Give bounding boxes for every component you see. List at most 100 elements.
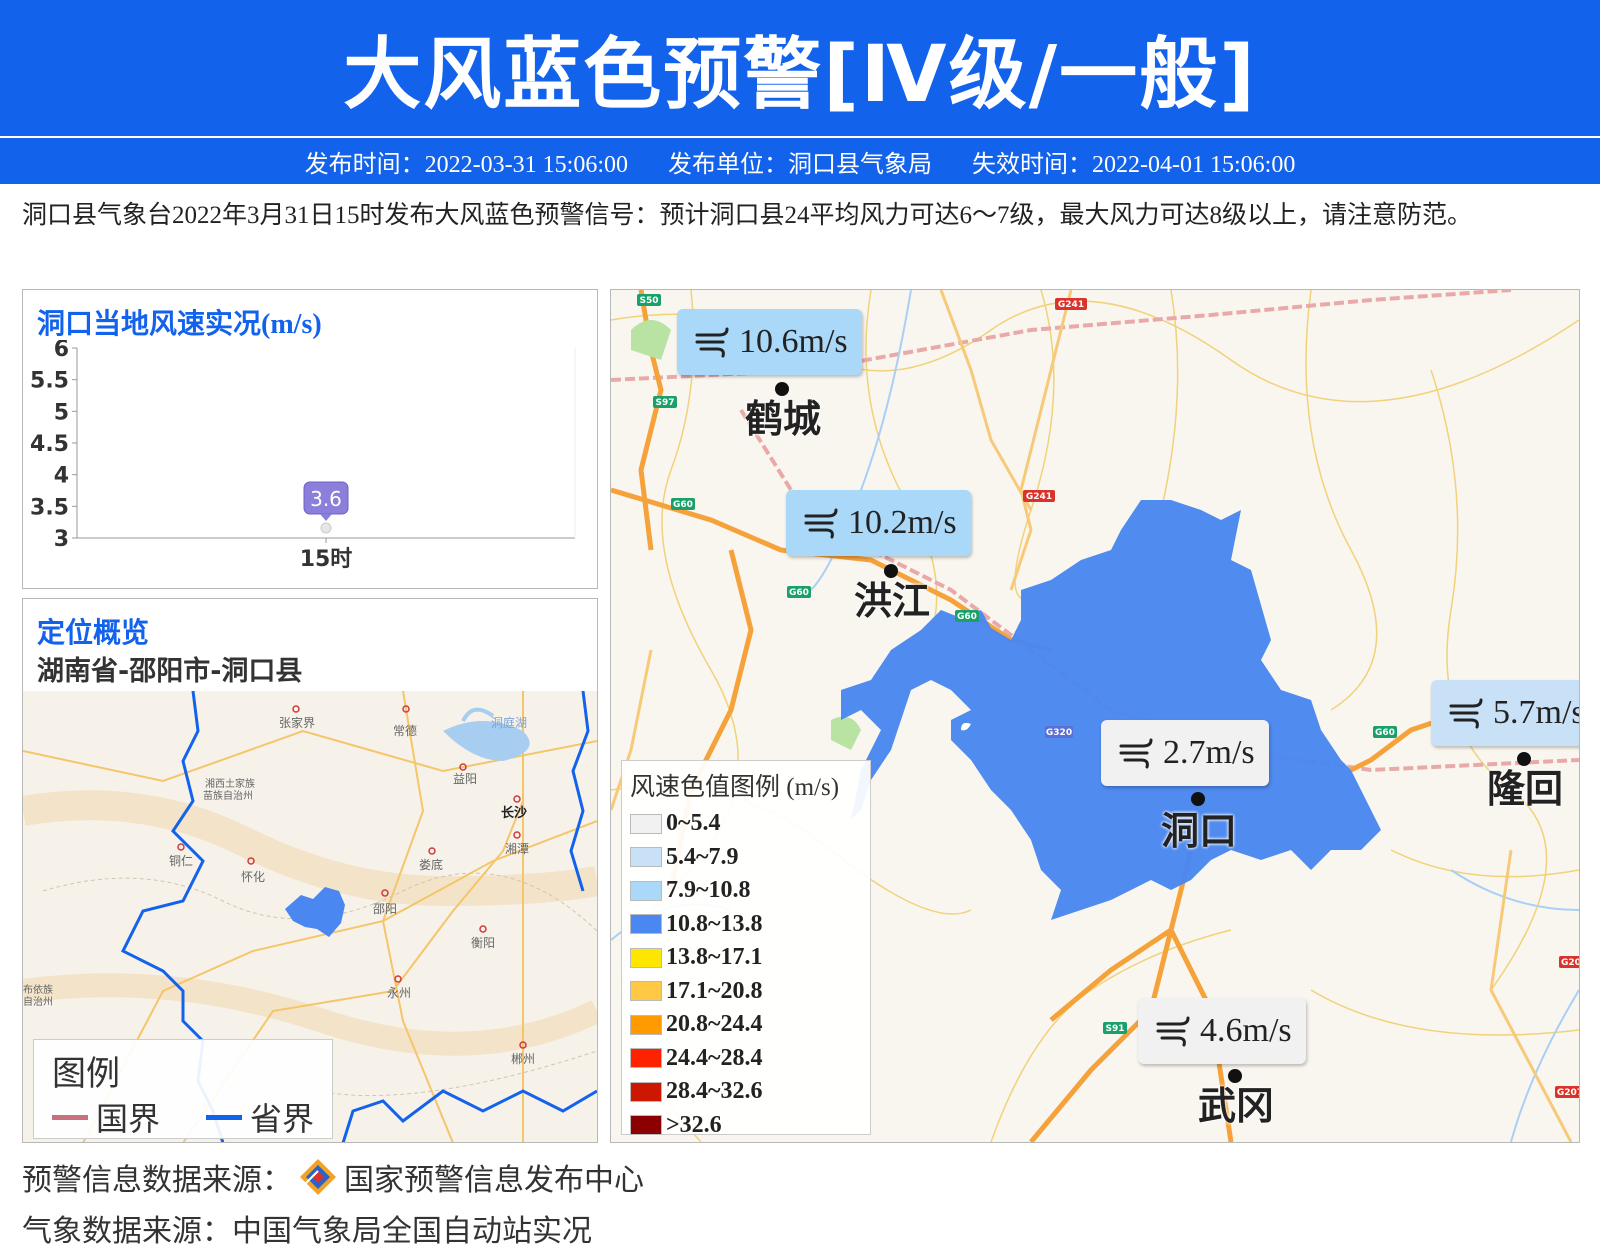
- color-swatch: [630, 1048, 662, 1069]
- color-legend-items: 0~5.4 5.4~7.9 7.9~10.8 10.8~13.8 13.8~17.1 17…: [630, 807, 862, 1142]
- city-name-wugang: 武冈: [1198, 1084, 1275, 1128]
- y-tick-label: 4: [54, 464, 69, 489]
- ov-label-dongtinghu: 洞庭湖: [491, 715, 527, 730]
- wind-value-hongjiang: 10.2m/s: [848, 504, 957, 541]
- wind-icon: [1156, 1016, 1190, 1047]
- wind-speed-chart: 3 3.5 4 4.5 5 5.5 6 15时 3.6: [30, 340, 576, 572]
- warning-center-logo-icon: [300, 1159, 336, 1195]
- road-label-s91: S91: [1105, 1024, 1124, 1034]
- road-label-g207: G207: [1557, 1088, 1579, 1098]
- y-tick-label: 6: [54, 340, 69, 362]
- location-path: 湖南省-邵阳市-洞口县: [37, 656, 303, 687]
- city-name-dongkou: 洞口: [1161, 809, 1238, 853]
- color-swatch: [630, 981, 662, 1002]
- road-label-g320: G320: [1046, 728, 1072, 738]
- ov-label-changde: 常德: [393, 723, 417, 738]
- city-name-hecheng: 鹤城: [745, 397, 822, 441]
- color-swatch: [630, 1014, 662, 1035]
- road-label-s50: S50: [639, 296, 658, 306]
- color-legend-item: 10.8~13.8: [630, 908, 862, 942]
- ov-label-yongzhou: 永州: [387, 986, 411, 1000]
- station-wind-wugang[interactable]: 4.6m/s: [1138, 998, 1306, 1064]
- color-legend-item: 20.8~24.4: [630, 1008, 862, 1042]
- city-name-longhui: 隆回: [1487, 767, 1564, 811]
- wind-panel-title-text: 洞口当地风速实况: [37, 307, 262, 340]
- ov-label-xiangxi-2: 苗族自治州: [203, 789, 253, 802]
- overview-legend-title: 图例: [52, 1054, 120, 1094]
- color-legend-item: 17.1~20.8: [630, 975, 862, 1009]
- data-label-pointer: [320, 514, 332, 521]
- wind-value-wugang: 4.6m/s: [1200, 1012, 1292, 1049]
- road-label-g241-b: G241: [1026, 492, 1052, 502]
- color-legend-label: 7.9~10.8: [666, 877, 751, 904]
- color-legend-item: 0~5.4: [630, 807, 862, 841]
- color-swatch: [630, 914, 662, 935]
- y-tick-label: 3: [54, 527, 69, 552]
- station-wind-longhui[interactable]: 5.7m/s: [1431, 680, 1579, 746]
- road-label-g60-a: G60: [673, 500, 693, 510]
- ov-label-loudi: 娄底: [419, 857, 443, 872]
- ov-label-chenzhou: 郴州: [511, 1052, 535, 1066]
- color-legend-label: >32.6: [666, 1111, 722, 1138]
- title-bar: 大风蓝色预警[Ⅳ级/一般]: [0, 0, 1600, 136]
- ov-label-buyi-1: 布依族: [23, 983, 53, 996]
- color-legend-label: 10.8~13.8: [666, 910, 763, 937]
- color-legend-label: 5.4~7.9: [666, 843, 739, 870]
- color-legend-item: 28.4~32.6: [630, 1075, 862, 1109]
- color-legend-item: 24.4~28.4: [630, 1042, 862, 1076]
- y-tick-label: 5.5: [30, 369, 69, 394]
- color-swatch: [630, 947, 662, 968]
- data-label: 3.6: [310, 487, 342, 511]
- publisher: 发布单位：洞口县气象局: [668, 151, 932, 178]
- station-wind-hongjiang[interactable]: 10.2m/s: [786, 490, 971, 556]
- color-legend-label: 13.8~17.1: [666, 944, 763, 971]
- ov-label-yiyang: 益阳: [453, 772, 477, 786]
- warning-title: 大风蓝色预警[Ⅳ级/一般]: [343, 30, 1257, 120]
- national-border-swatch: [52, 1114, 88, 1120]
- weather-source-text: 气象数据来源：中国气象局全国自动站实况: [22, 1214, 592, 1249]
- province-border-label: 省界: [250, 1100, 315, 1138]
- y-tick-label: 3.5: [30, 495, 69, 520]
- wind-panel-unit: (m/s): [261, 309, 322, 340]
- warning-source-label: 预警信息数据来源：: [22, 1163, 292, 1198]
- national-border-label: 国界: [96, 1100, 161, 1138]
- color-swatch: [630, 1115, 662, 1136]
- ov-label-buyi-2: 自治州: [23, 995, 53, 1008]
- wind-value-dongkou: 2.7m/s: [1163, 734, 1255, 771]
- y-tick-label: 5: [54, 400, 69, 425]
- wind-icon: [804, 508, 838, 539]
- warning-description: 洞口县气象台2022年3月31日15时发布大风蓝色预警信号：预计洞口县24平均风…: [22, 202, 1473, 229]
- road-label-g60-d: G60: [1375, 728, 1395, 738]
- color-legend-item: >32.6: [630, 1109, 862, 1143]
- main-map-panel: S50 S97 G60 G60 G60 G241 G241 G320 G60 S…: [610, 289, 1580, 1143]
- ov-label-hengyang: 衡阳: [471, 936, 495, 950]
- city-name-hongjiang: 洪江: [854, 579, 931, 623]
- wind-icon: [1119, 738, 1153, 769]
- x-tick-label: 15时: [300, 547, 353, 572]
- road-label-g60-b: G60: [789, 588, 809, 598]
- color-legend-label: 0~5.4: [666, 810, 721, 837]
- color-swatch: [630, 813, 662, 834]
- ov-label-shaoyang: 邵阳: [373, 902, 397, 916]
- color-legend-label: 28.4~32.6: [666, 1078, 763, 1105]
- ov-label-huaihua: 怀化: [241, 870, 265, 884]
- wind-panel-title: 洞口当地风速实况(m/s): [37, 302, 322, 342]
- warning-source: 预警信息数据来源： 国家预警信息发布中心: [22, 1155, 644, 1199]
- station-wind-dongkou[interactable]: 2.7m/s: [1101, 720, 1269, 786]
- weather-source: 气象数据来源：中国气象局全国自动站实况: [22, 1206, 592, 1250]
- color-legend-item: 7.9~10.8: [630, 874, 862, 908]
- location-panel: 定位概览 湖南省-邵阳市-洞口县 张家界 常德 洞庭湖 湘西土家族 苗族自治州 …: [22, 598, 598, 1143]
- wind-color-legend: 风速色值图例 (m/s) 0~5.4 5.4~7.9 7.9~10.8 10.8~13…: [621, 760, 871, 1138]
- ov-label-xiangtan: 湘潭: [505, 841, 529, 856]
- wind-icon: [1449, 698, 1483, 729]
- color-legend-item: 13.8~17.1: [630, 941, 862, 975]
- ov-label-xiangxi-1: 湘西土家族: [205, 777, 255, 790]
- station-wind-hecheng[interactable]: 10.6m/s: [677, 309, 862, 375]
- road-label-g241-a: G241: [1058, 300, 1084, 310]
- expire-time: 失效时间：2022-04-01 15:06:00: [972, 151, 1296, 178]
- ov-label-changsha: 长沙: [501, 805, 527, 821]
- road-label-g20: G20: [1561, 958, 1579, 968]
- road-label-s97: S97: [655, 398, 674, 408]
- overview-legend: 图例 国界 省界: [33, 1039, 333, 1139]
- warning-source-name[interactable]: 国家预警信息发布中心: [344, 1155, 644, 1199]
